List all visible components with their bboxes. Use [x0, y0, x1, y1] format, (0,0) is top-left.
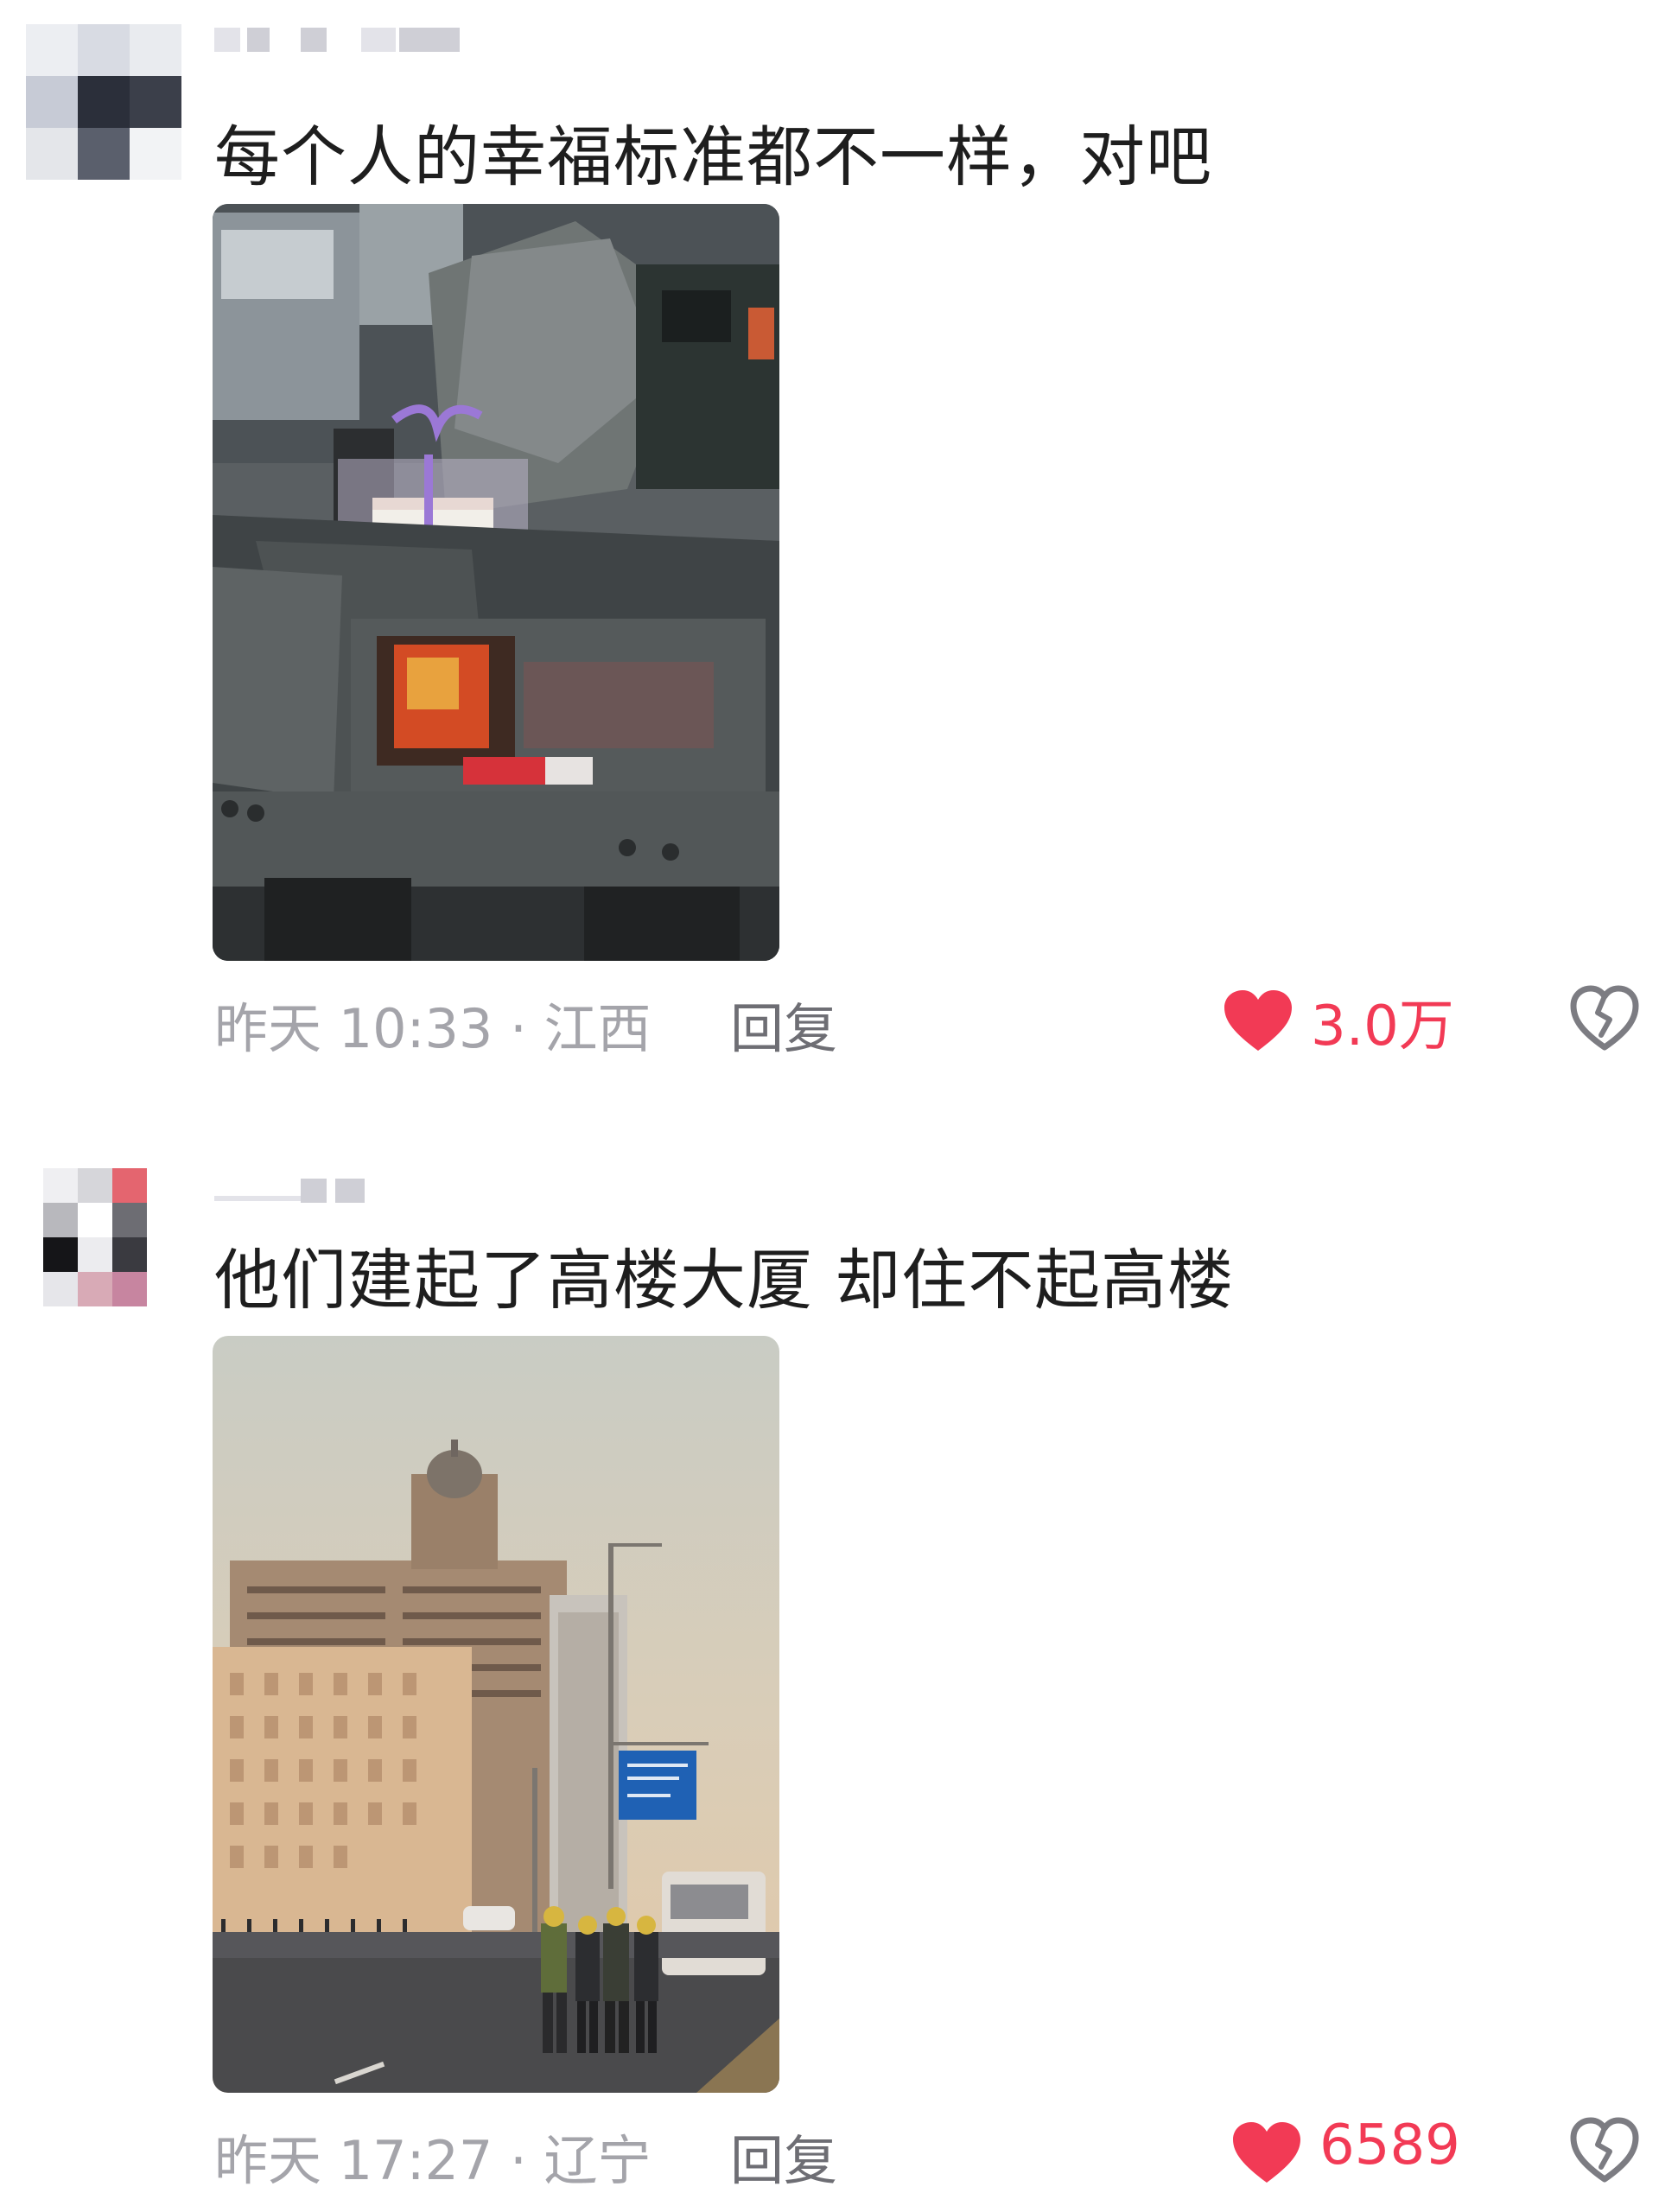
avatar[interactable] — [26, 24, 181, 180]
reply-button[interactable]: 回复 — [730, 2117, 837, 2195]
heart-icon — [1224, 990, 1292, 1051]
comment-item: 他们建起了高楼大厦 却住不起高楼 昨天 17:27 · 辽宁 回复 6589 — [0, 1132, 1659, 2212]
username-redacted[interactable] — [214, 1170, 387, 1222]
like-button[interactable]: 3.0万 — [1223, 976, 1508, 1063]
comment-timestamp-location: 昨天 17:27 · 辽宁 — [214, 2129, 652, 2192]
comment-text: 他们建起了高楼大厦 却住不起高楼 — [214, 1242, 1235, 1319]
dislike-button[interactable] — [1568, 982, 1641, 1054]
comment-photo-workers-near-building[interactable] — [213, 1336, 779, 2093]
comment-photo-truck-with-cake[interactable] — [213, 204, 779, 961]
broken-heart-icon — [1570, 985, 1639, 1051]
comment-timestamp-location: 昨天 10:33 · 江西 — [214, 997, 652, 1060]
username-redacted[interactable] — [214, 19, 474, 71]
comment-text: 每个人的幸福标准都不一样，对吧 — [214, 118, 1212, 195]
like-count: 3.0万 — [1311, 995, 1454, 1058]
comment-item: 每个人的幸福标准都不一样，对吧 昨天 10:33 · 江西 回复 3.0万 — [0, 0, 1659, 1123]
like-count: 6589 — [1319, 2113, 1460, 2177]
dislike-button[interactable] — [1568, 2113, 1641, 2186]
avatar[interactable] — [43, 1168, 181, 1306]
reply-button[interactable]: 回复 — [730, 985, 837, 1063]
heart-icon — [1233, 2122, 1300, 2183]
like-button[interactable]: 6589 — [1231, 2108, 1516, 2195]
broken-heart-icon — [1570, 2117, 1639, 2183]
